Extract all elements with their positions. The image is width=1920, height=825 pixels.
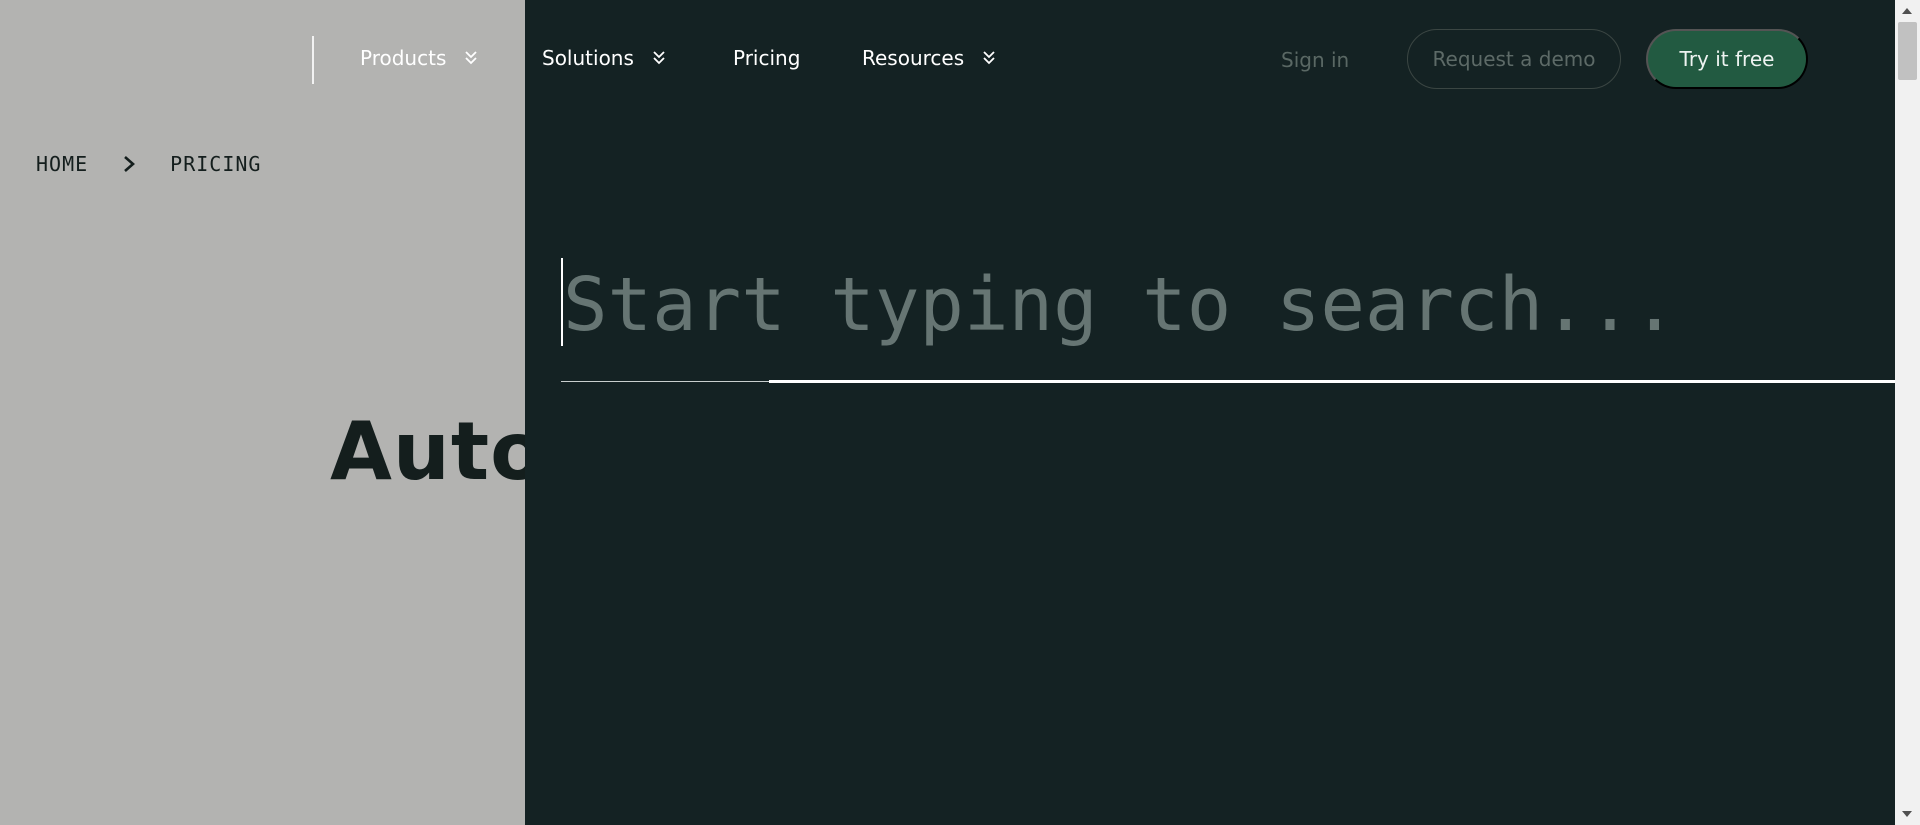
scroll-up-arrow-icon[interactable] — [1902, 8, 1912, 14]
scrollbar-thumb[interactable] — [1898, 22, 1917, 80]
double-chevron-down-icon — [653, 51, 665, 65]
nav-item-pricing[interactable]: Pricing — [733, 46, 800, 70]
nav-item-solutions[interactable]: Solutions — [542, 46, 666, 70]
request-demo-button[interactable]: Request a demo — [1407, 29, 1621, 89]
breadcrumb-home[interactable]: HOME — [36, 152, 88, 176]
nav-item-label: Resources — [862, 46, 965, 70]
search-input[interactable] — [561, 250, 1891, 360]
scroll-down-arrow-icon[interactable] — [1902, 811, 1912, 817]
search-underline — [769, 380, 1895, 383]
nav-item-label: Solutions — [542, 46, 634, 70]
breadcrumb: HOME PRICING — [36, 152, 261, 176]
search-underline-segment — [561, 381, 771, 382]
try-free-button[interactable]: Try it free — [1646, 29, 1808, 89]
sign-in-link[interactable]: Sign in — [1281, 48, 1349, 72]
breadcrumb-current: PRICING — [170, 152, 262, 176]
nav-item-resources[interactable]: Resources — [862, 46, 996, 70]
chevron-right-icon — [124, 156, 136, 172]
search-overlay — [525, 0, 1895, 825]
top-nav: Products Solutions Pricing Resources Sig… — [0, 0, 1895, 120]
double-chevron-down-icon — [983, 51, 995, 65]
nav-item-products[interactable]: Products — [360, 46, 478, 70]
nav-item-label: Pricing — [733, 46, 801, 70]
vertical-scrollbar[interactable] — [1895, 0, 1920, 825]
double-chevron-down-icon — [465, 51, 477, 65]
nav-item-label: Products — [360, 46, 447, 70]
